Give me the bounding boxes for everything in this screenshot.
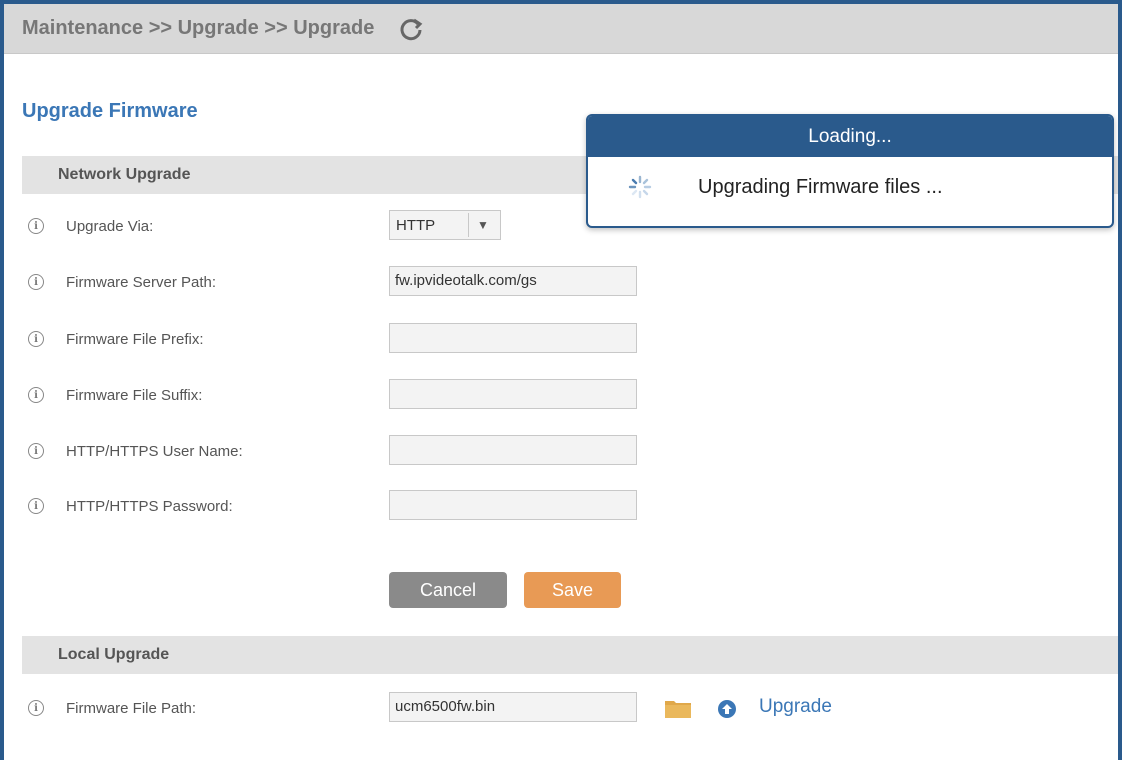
info-icon[interactable]: i xyxy=(28,218,44,234)
page-title: Upgrade Firmware xyxy=(22,100,198,122)
file-path-row: i Firmware File Path: xyxy=(22,691,196,725)
server-path-label: Firmware Server Path: xyxy=(66,273,217,291)
user-name-row: i HTTP/HTTPS User Name: xyxy=(22,434,243,468)
user-name-label: HTTP/HTTPS User Name: xyxy=(66,442,243,460)
info-icon[interactable]: i xyxy=(28,498,44,514)
spinner-icon xyxy=(628,175,652,199)
file-prefix-label: Firmware File Prefix: xyxy=(66,330,204,348)
upgrade-via-row: i Upgrade Via: xyxy=(22,209,153,243)
upgrade-via-select[interactable]: HTTP ▼ xyxy=(389,210,501,240)
refresh-icon[interactable] xyxy=(398,16,424,42)
file-path-input[interactable]: ucm6500fw.bin xyxy=(389,692,637,722)
password-input[interactable] xyxy=(389,490,637,520)
loading-dialog-title: Loading... xyxy=(588,116,1112,157)
password-label: HTTP/HTTPS Password: xyxy=(66,497,233,515)
upload-icon[interactable] xyxy=(717,699,737,719)
info-icon[interactable]: i xyxy=(28,331,44,347)
file-prefix-input[interactable] xyxy=(389,323,637,353)
top-bar: Maintenance >> Upgrade >> Upgrade xyxy=(4,4,1118,54)
dropdown-arrow-icon: ▼ xyxy=(477,218,489,232)
cancel-button[interactable]: Cancel xyxy=(389,572,507,608)
info-icon[interactable]: i xyxy=(28,700,44,716)
file-path-label: Firmware File Path: xyxy=(66,699,197,717)
loading-message: Upgrading Firmware files ... xyxy=(698,175,943,198)
folder-icon[interactable] xyxy=(664,697,692,719)
file-suffix-label: Firmware File Suffix: xyxy=(66,386,203,404)
upgrade-link[interactable]: Upgrade xyxy=(759,696,832,718)
server-path-row: i Firmware Server Path: xyxy=(22,265,216,299)
password-row: i HTTP/HTTPS Password: xyxy=(22,489,233,523)
file-suffix-input[interactable] xyxy=(389,379,637,409)
user-name-input[interactable] xyxy=(389,435,637,465)
server-path-input[interactable]: fw.ipvideotalk.com/gs xyxy=(389,266,637,296)
file-prefix-row: i Firmware File Prefix: xyxy=(22,322,204,356)
file-suffix-row: i Firmware File Suffix: xyxy=(22,378,202,412)
loading-dialog: Loading... Upgrading Firmware files ... xyxy=(586,114,1114,228)
info-icon[interactable]: i xyxy=(28,443,44,459)
info-icon[interactable]: i xyxy=(28,274,44,290)
upgrade-via-value: HTTP xyxy=(396,216,436,234)
local-upgrade-header: Local Upgrade xyxy=(22,636,1118,674)
breadcrumb: Maintenance >> Upgrade >> Upgrade xyxy=(22,17,375,39)
upgrade-via-label: Upgrade Via: xyxy=(66,217,154,235)
save-button[interactable]: Save xyxy=(524,572,621,608)
app-frame: Maintenance >> Upgrade >> Upgrade Upgrad… xyxy=(0,0,1122,760)
info-icon[interactable]: i xyxy=(28,387,44,403)
